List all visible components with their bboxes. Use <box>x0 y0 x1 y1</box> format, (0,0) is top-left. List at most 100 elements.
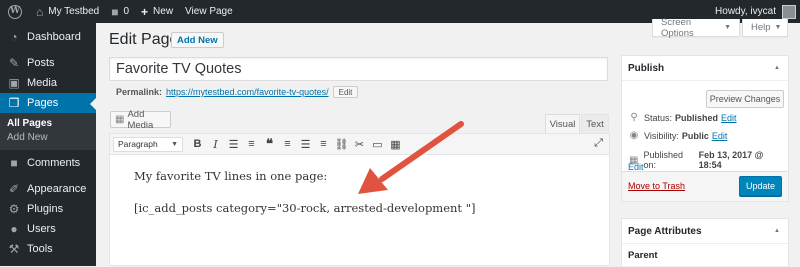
sidebar-item-label: Dashboard <box>27 31 81 43</box>
pages-icon: ❐ <box>8 96 20 110</box>
comment-icon: ■ <box>10 156 18 170</box>
add-media-button[interactable]: ▦ Add Media <box>110 108 171 131</box>
chevron-down-icon: ▼ <box>171 140 178 148</box>
wordpress-logo-icon[interactable]: W <box>0 0 30 23</box>
move-to-trash-link[interactable]: Move to Trash <box>628 181 685 191</box>
media-icon: ▦ <box>115 114 125 125</box>
pin-icon: ✎ <box>8 56 20 70</box>
screen-options-button[interactable]: Screen Options ▼ <box>652 17 740 39</box>
content-paragraph: My favorite TV lines in one page: <box>134 169 328 183</box>
fullscreen-icon[interactable]: ⤢ <box>590 135 607 152</box>
sidebar-item-label: Media <box>27 77 57 89</box>
permalink-url[interactable]: https://mytestbed.com/favorite-tv-quotes… <box>166 87 329 97</box>
align-center-icon[interactable]: ☰ <box>297 136 314 153</box>
comments-link[interactable]: ■ 0 <box>105 0 135 23</box>
bold-icon[interactable]: B <box>189 136 206 153</box>
permalink-label: Permalink: <box>116 87 163 97</box>
sidebar-item-label: Tools <box>27 243 53 255</box>
status-label: Status: <box>644 112 673 123</box>
view-page-label: View Page <box>185 6 233 17</box>
permalink-edit-button[interactable]: Edit <box>332 86 359 98</box>
link-icon[interactable]: ⛓ <box>333 136 350 153</box>
howdy-label: Howdy, ivycat <box>715 6 776 17</box>
sidebar-item-label: Plugins <box>27 203 64 215</box>
caret-down-icon: ▼ <box>774 24 782 31</box>
collapse-arrow-icon[interactable]: ▲ <box>774 65 780 71</box>
preview-changes-button[interactable]: Preview Changes <box>706 90 784 108</box>
editor-content[interactable]: My favorite TV lines in one page: [ic_ad… <box>110 155 609 247</box>
comments-count: 0 <box>123 6 130 17</box>
content-shortcode: [ic_add_posts category="30-rock, arreste… <box>134 201 476 215</box>
parent-label: Parent <box>628 250 658 261</box>
page-attributes-box: Page Attributes ▲ Parent <box>621 218 789 266</box>
published-value: Feb 13, 2017 @ 18:54 <box>698 150 764 170</box>
collapse-arrow-icon[interactable]: ▲ <box>774 228 780 234</box>
publish-header[interactable]: Publish ▲ <box>622 56 788 81</box>
wrench-icon: ⚒ <box>8 242 20 256</box>
sidebar-item-comments[interactable]: ■ Comments <box>0 153 96 173</box>
content-editor: Paragraph ▼ B I ☰ ≡ ❝ ≡ ☰ ≡ ⛓ ✂ ▭ ▦ My f… <box>109 133 610 266</box>
avatar <box>782 4 796 19</box>
eye-icon: ◉ <box>629 130 639 141</box>
sidebar-item-users[interactable]: ● Users <box>0 219 96 239</box>
visibility-value: Public <box>681 130 709 141</box>
permalink-row: Permalink: https://mytestbed.com/favorit… <box>116 86 359 98</box>
blockquote-icon[interactable]: ❝ <box>261 136 278 153</box>
sidebar-item-dashboard[interactable]: ◔ Dashboard <box>0 27 96 47</box>
site-name-link[interactable]: ⌂ My Testbed <box>30 0 105 23</box>
comment-bubble-icon: ■ <box>111 4 119 19</box>
new-content-link[interactable]: + New <box>135 0 179 23</box>
published-label: Published on: <box>643 150 683 170</box>
dashboard-icon: ◔ <box>10 30 18 44</box>
bullet-list-icon[interactable]: ☰ <box>225 136 242 153</box>
visibility-edit-link[interactable]: Edit <box>712 131 728 141</box>
sidebar-item-posts[interactable]: ✎ Posts <box>0 53 96 73</box>
site-name-label: My Testbed <box>48 6 100 17</box>
unlink-icon[interactable]: ✂ <box>351 136 368 153</box>
sidebar-item-label: Comments <box>27 157 81 169</box>
editor-toolbar: Paragraph ▼ B I ☰ ≡ ❝ ≡ ☰ ≡ ⛓ ✂ ▭ ▦ <box>110 134 609 155</box>
align-right-icon[interactable]: ≡ <box>315 136 332 153</box>
sidebar-item-label: Appearance <box>27 183 87 195</box>
pages-submenu: All Pages Add New <box>0 113 96 150</box>
tab-visual[interactable]: Visual <box>545 114 580 133</box>
publish-box: Publish ▲ Preview Changes ⚲ Status: Publ… <box>621 55 789 202</box>
status-edit-link[interactable]: Edit <box>721 113 737 123</box>
visibility-label: Visibility: <box>644 130 679 141</box>
page-title: Edit Page <box>109 31 179 48</box>
sidebar-item-pages[interactable]: ❐ Pages <box>0 93 96 113</box>
sidebar-item-label: Users <box>27 223 56 235</box>
sidebar-item-label: Pages <box>27 97 59 109</box>
add-new-button[interactable]: Add New <box>171 32 224 48</box>
status-row: ⚲ Status: Published Edit <box>628 112 737 123</box>
format-select[interactable]: Paragraph ▼ <box>113 136 183 152</box>
read-more-icon[interactable]: ▭ <box>369 136 386 153</box>
toolbar-toggle-icon[interactable]: ▦ <box>387 136 404 153</box>
post-title-value: Favorite TV Quotes <box>116 61 242 77</box>
view-page-link[interactable]: View Page <box>179 0 239 23</box>
help-label: Help <box>751 22 771 33</box>
users-icon: ● <box>10 222 18 236</box>
page-attributes-title: Page Attributes <box>628 225 702 237</box>
page-attributes-header[interactable]: Page Attributes ▲ <box>622 219 788 244</box>
published-row: ▦ Published on: Feb 13, 2017 @ 18:54 <box>628 150 788 170</box>
submenu-all-pages[interactable]: All Pages <box>0 117 96 131</box>
numbered-list-icon[interactable]: ≡ <box>243 136 260 153</box>
add-media-label: Add Media <box>127 108 154 131</box>
italic-icon[interactable]: I <box>207 136 224 153</box>
post-title-input[interactable]: Favorite TV Quotes <box>109 57 608 81</box>
sidebar-item-tools[interactable]: ⚒ Tools <box>0 239 96 259</box>
tab-text[interactable]: Text <box>581 114 609 133</box>
align-left-icon[interactable]: ≡ <box>279 136 296 153</box>
status-value: Published <box>675 112 719 123</box>
visibility-row: ◉ Visibility: Public Edit <box>628 130 728 141</box>
sidebar-item-appearance[interactable]: ✐ Appearance <box>0 179 96 199</box>
sidebar-item-media[interactable]: ▣ Media <box>0 73 96 93</box>
home-icon: ⌂ <box>36 4 44 19</box>
sidebar-item-plugins[interactable]: ⚙ Plugins <box>0 199 96 219</box>
plugin-icon: ⚙ <box>8 202 20 216</box>
publish-title: Publish <box>628 62 665 74</box>
help-button[interactable]: Help ▼ <box>742 19 788 37</box>
submenu-add-new[interactable]: Add New <box>0 131 96 145</box>
update-button[interactable]: Update <box>739 176 782 196</box>
